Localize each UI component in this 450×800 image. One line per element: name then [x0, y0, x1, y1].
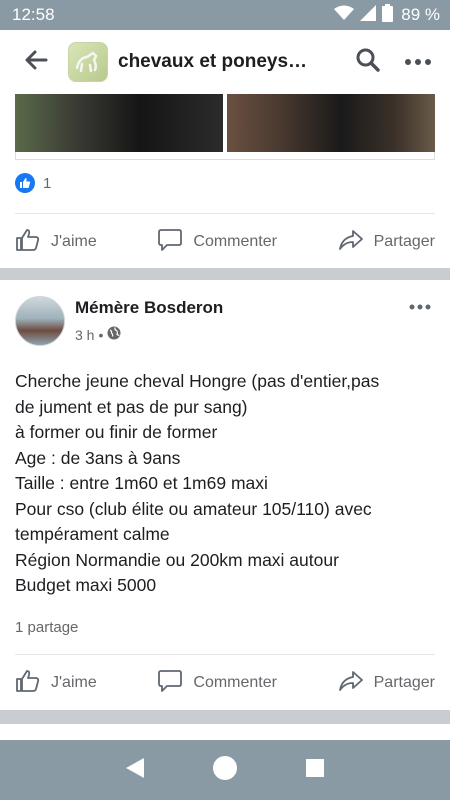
thumbs-up-icon — [15, 669, 41, 698]
share-label: Partager — [373, 674, 435, 691]
back-arrow-icon — [24, 50, 48, 75]
like-label: J'aime — [51, 674, 97, 691]
circle-home-icon — [212, 755, 238, 786]
like-button[interactable]: J'aime — [15, 669, 97, 698]
comment-button[interactable]: Commenter — [157, 228, 277, 257]
search-icon — [355, 47, 381, 78]
post1-action-row: J'aime Commenter Partager — [15, 214, 435, 270]
status-icons — [334, 3, 394, 27]
post-line: Budget maxi 5000 — [15, 575, 157, 595]
status-right: 89 % — [334, 3, 440, 27]
triangle-back-icon — [124, 756, 146, 785]
share-button[interactable]: Partager — [338, 228, 435, 257]
reaction-summary[interactable]: 1 — [15, 173, 51, 193]
post-meta: 3 h • — [75, 326, 223, 343]
post-line: Taille : entre 1m60 et 1m69 maxi — [15, 473, 268, 493]
horse-photo-2[interactable] — [227, 94, 435, 152]
app-bar: chevaux et poneys… — [0, 30, 450, 94]
meta-separator: • — [98, 326, 104, 343]
post-more-button[interactable] — [405, 294, 435, 318]
share-arrow-icon — [338, 228, 364, 257]
author-block: Mémère Bosderon 3 h • — [75, 298, 223, 343]
search-button[interactable] — [348, 42, 388, 82]
post-separator — [0, 268, 450, 280]
like-label: J'aime — [51, 233, 97, 250]
share-count[interactable]: 1 partage — [15, 619, 78, 636]
battery-icon — [382, 3, 394, 27]
post-line: tempérament calme — [15, 524, 170, 544]
post-line: Région Normandie ou 200km maxi autour — [15, 549, 339, 570]
more-options-button[interactable] — [398, 42, 438, 82]
post-header: Mémère Bosderon 3 h • — [15, 296, 435, 348]
post2-action-row: J'aime Commenter Partager — [15, 655, 435, 711]
reaction-count: 1 — [43, 174, 52, 192]
comment-label: Commenter — [193, 674, 277, 691]
photo-frame — [15, 152, 435, 160]
author-name[interactable]: Mémère Bosderon — [75, 298, 223, 318]
post-body: Cherche jeune cheval Hongre (pas d'entie… — [15, 369, 440, 599]
status-time: 12:58 — [12, 5, 55, 24]
like-button[interactable]: J'aime — [15, 228, 97, 257]
group-avatar[interactable] — [68, 42, 108, 82]
author-avatar[interactable] — [15, 296, 65, 346]
post-line: Cherche jeune cheval Hongre (pas d'entie… — [15, 371, 380, 391]
square-recents-icon — [305, 758, 325, 783]
share-arrow-icon — [338, 669, 364, 698]
globe-icon — [107, 326, 121, 343]
nav-back-button[interactable] — [115, 750, 155, 790]
post-line: Age : de 3ans à 9ans — [15, 447, 181, 468]
comment-button[interactable]: Commenter — [157, 669, 277, 698]
android-nav-bar — [0, 740, 450, 800]
like-reaction-icon — [15, 173, 35, 193]
share-button[interactable]: Partager — [338, 669, 435, 698]
more-dots-icon — [409, 297, 431, 315]
share-label: Partager — [373, 233, 435, 250]
comment-label: Commenter — [193, 233, 277, 250]
battery-percent: 89 % — [401, 5, 440, 24]
group-title[interactable]: chevaux et poneys… — [118, 51, 338, 73]
comment-bubble-icon — [157, 228, 183, 257]
thumbs-up-icon — [15, 228, 41, 257]
horse-photo-1[interactable] — [15, 94, 223, 152]
post-photos — [15, 94, 435, 152]
signal-icon — [360, 4, 377, 26]
post-line: Pour cso (club élite ou amateur 105/110)… — [15, 498, 372, 519]
more-dots-icon — [404, 53, 432, 71]
nav-home-button[interactable] — [205, 750, 245, 790]
wifi-icon — [334, 5, 355, 26]
back-button[interactable] — [18, 44, 54, 80]
comment-bubble-icon — [157, 669, 183, 698]
status-bar: 12:58 89 % — [0, 0, 450, 30]
nav-recents-button[interactable] — [295, 750, 335, 790]
post-line: à former ou finir de former — [15, 422, 218, 442]
post-time[interactable]: 3 h — [75, 327, 94, 343]
post-separator — [0, 710, 450, 724]
post-line: de jument et pas de pur sang) — [15, 396, 248, 417]
